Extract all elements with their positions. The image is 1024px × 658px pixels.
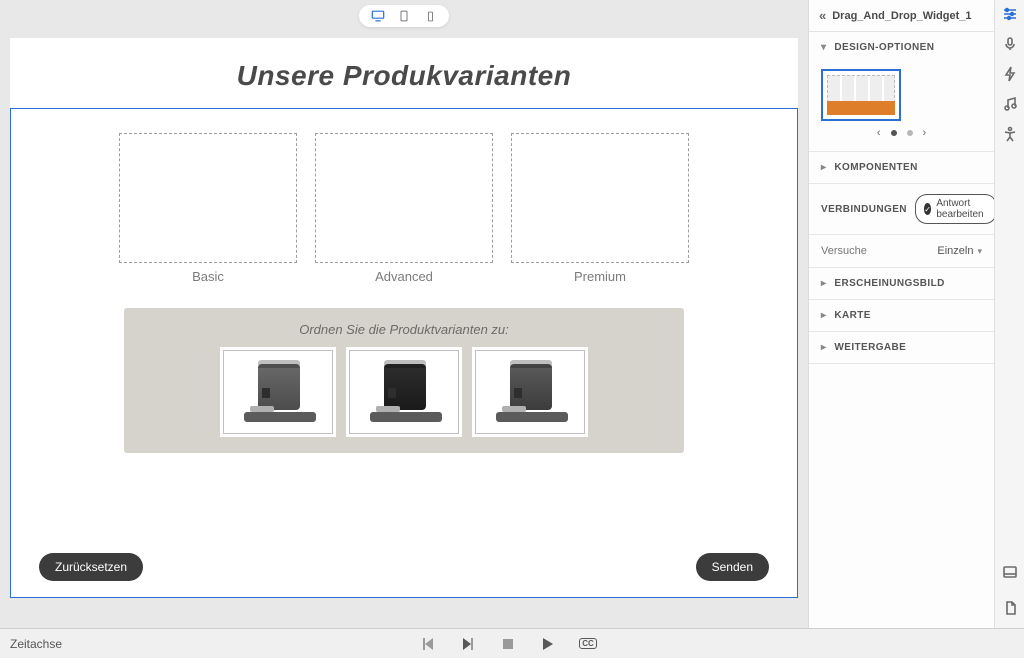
coffee-machine-icon <box>364 360 444 424</box>
coffee-machine-icon <box>238 360 318 424</box>
timeline-label[interactable]: Zeitachse <box>10 637 62 651</box>
pager-dot[interactable] <box>907 130 913 136</box>
pager-next-icon[interactable]: › <box>923 127 927 139</box>
dropzone-label: Basic <box>119 269 297 284</box>
microphone-icon[interactable] <box>1002 36 1018 52</box>
device-pill <box>359 5 449 27</box>
section-header-weitergabe[interactable]: ▸ WEITERGABE <box>809 332 994 363</box>
properties-icon[interactable] <box>1002 6 1018 22</box>
section-design: ▾ DESIGN-OPTIONEN ‹ › <box>809 32 994 152</box>
drag-card-1[interactable] <box>220 347 336 437</box>
right-icon-rail <box>994 0 1024 628</box>
section-header-design[interactable]: ▾ DESIGN-OPTIONEN <box>809 32 994 63</box>
reset-button[interactable]: Zurücksetzen <box>39 553 143 581</box>
panel-icon[interactable] <box>1002 564 1018 580</box>
dropzone-advanced[interactable]: Advanced <box>315 133 493 284</box>
chevron-down-icon: ▾ <box>821 42 826 53</box>
captions-button[interactable]: CC <box>580 636 596 652</box>
stop-button[interactable] <box>500 636 516 652</box>
dropzone-row: Basic Advanced Premium <box>39 133 769 284</box>
check-icon: ✓ <box>924 203 931 215</box>
attempts-select[interactable]: Einzeln ▾ <box>937 245 982 257</box>
dropzone-premium[interactable]: Premium <box>511 133 689 284</box>
inspector-header[interactable]: « Drag_And_Drop_Widget_1 <box>809 0 994 32</box>
music-icon[interactable] <box>1002 96 1018 112</box>
dropzone-label: Advanced <box>315 269 493 284</box>
inspector-panel: « Drag_And_Drop_Widget_1 ▾ DESIGN-OPTION… <box>809 0 994 628</box>
section-header-karte[interactable]: ▸ KARTE <box>809 300 994 331</box>
chevron-right-icon: ▸ <box>821 278 826 289</box>
step-forward-button[interactable] <box>460 636 476 652</box>
drag-card-2[interactable] <box>346 347 462 437</box>
stage: Unsere Produkvarianten Basic Advanced <box>10 38 798 598</box>
design-pager: ‹ › <box>821 127 982 139</box>
device-desktop-icon[interactable] <box>371 9 385 23</box>
pager-prev-icon[interactable]: ‹ <box>877 127 881 139</box>
pager-dot[interactable] <box>891 130 897 136</box>
chevron-right-icon: ▸ <box>821 162 826 173</box>
drag-card-3[interactable] <box>472 347 588 437</box>
document-icon[interactable] <box>1002 600 1018 616</box>
coffee-machine-icon <box>490 360 570 424</box>
play-button[interactable] <box>540 636 556 652</box>
dropzone-basic[interactable]: Basic <box>119 133 297 284</box>
device-preview-bar <box>0 0 808 28</box>
widget-name: Drag_And_Drop_Widget_1 <box>832 10 971 22</box>
slide-selection[interactable]: Basic Advanced Premium Ordnen Sie die Pr… <box>10 108 798 598</box>
slide-title[interactable]: Unsere Produkvarianten <box>10 38 798 108</box>
section-header-erscheinung[interactable]: ▸ ERSCHEINUNGSBILD <box>809 268 994 299</box>
device-tablet-icon[interactable] <box>397 9 411 23</box>
edit-answer-button[interactable]: ✓ Antwort bearbeiten <box>915 194 997 224</box>
bolt-icon[interactable] <box>1002 66 1018 82</box>
send-button[interactable]: Senden <box>696 553 769 581</box>
section-header-komponenten[interactable]: ▸ KOMPONENTEN <box>809 152 994 183</box>
step-back-button[interactable] <box>420 636 436 652</box>
source-instruction: Ordnen Sie die Produktvarianten zu: <box>138 322 670 337</box>
section-verbindungen: VERBINDUNGEN ✓ Antwort bearbeiten <box>809 184 994 235</box>
design-thumbnail[interactable] <box>821 69 901 121</box>
attempts-row: Versuche Einzeln ▾ <box>809 235 994 268</box>
device-phone-icon[interactable] <box>423 9 437 23</box>
playback-controls: CC <box>420 636 596 652</box>
accessibility-icon[interactable] <box>1002 126 1018 142</box>
timeline-bar: Zeitachse CC <box>0 628 1024 658</box>
chevron-down-icon: ▾ <box>977 246 982 257</box>
chevron-right-icon: ▸ <box>821 310 826 321</box>
drag-source-area: Ordnen Sie die Produktvarianten zu: <box>124 308 684 453</box>
dropzone-label: Premium <box>511 269 689 284</box>
canvas-area: Unsere Produkvarianten Basic Advanced <box>0 0 808 628</box>
back-icon[interactable]: « <box>819 8 826 23</box>
chevron-right-icon: ▸ <box>821 342 826 353</box>
